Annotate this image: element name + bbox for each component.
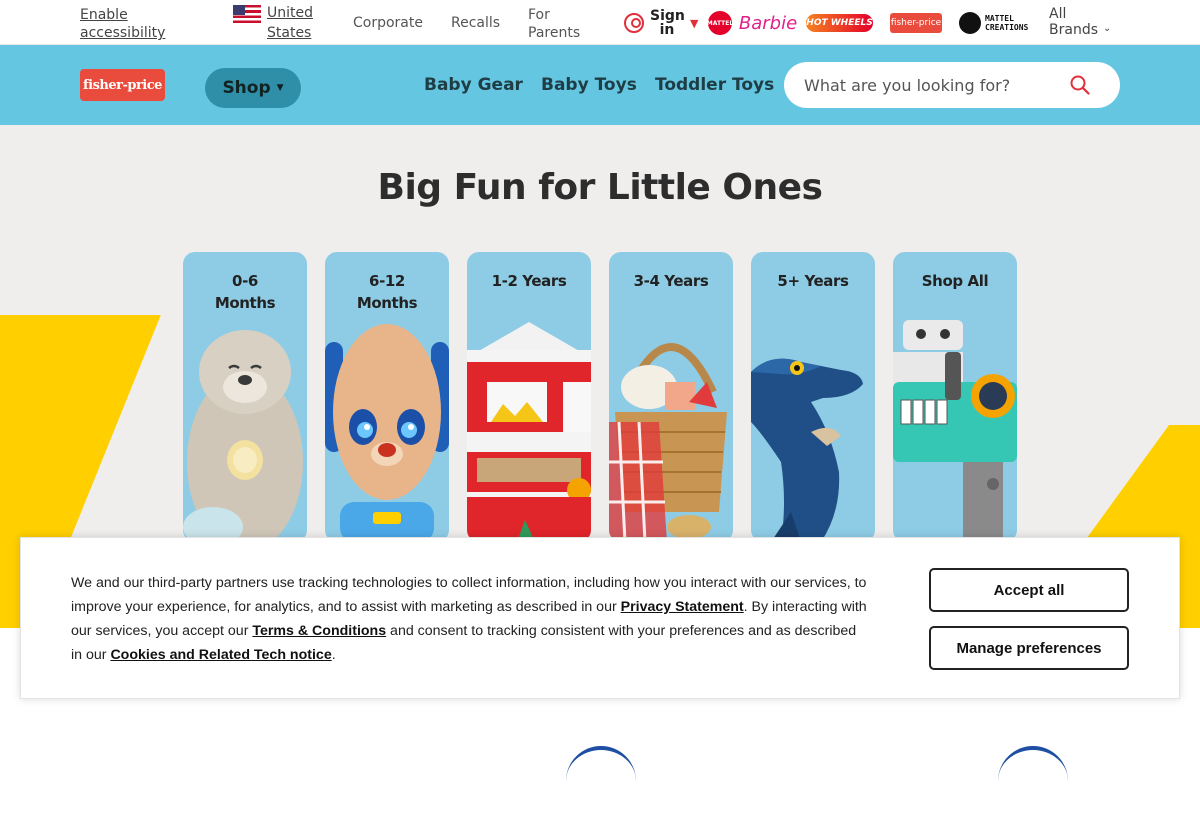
card-label: 3-4 Years xyxy=(633,272,709,290)
search-input[interactable] xyxy=(804,62,1064,108)
terms-conditions-link[interactable]: Terms & Conditions xyxy=(252,623,386,639)
mattel-creations-logo[interactable]: MATTEL CREATIONS xyxy=(958,11,1034,35)
corporate-link[interactable]: Corporate xyxy=(353,15,423,31)
us-flag-icon xyxy=(233,5,261,23)
mattel-creations-mark xyxy=(959,12,981,34)
card-label: 6-12 Months xyxy=(356,272,418,312)
cookies-notice-link[interactable]: Cookies and Related Tech notice xyxy=(110,647,331,663)
recalls-link[interactable]: Recalls xyxy=(451,15,500,31)
card-label: 5+ Years xyxy=(777,272,849,290)
otter-plush-image xyxy=(183,330,303,542)
puppy-plush-image xyxy=(325,324,449,542)
main-header: fisher-price Shop ▼ Baby Gear Baby Toys … xyxy=(0,45,1200,125)
enable-accessibility-link[interactable]: Enable accessibility xyxy=(80,6,190,42)
for-parents-link[interactable]: For Parents xyxy=(528,6,598,42)
chevron-down-icon: ▼ xyxy=(690,16,699,30)
barbie-logo[interactable]: Barbie xyxy=(739,11,797,35)
age-card-3-4-years[interactable]: 3-4 Years xyxy=(609,252,733,542)
fisher-price-logo[interactable]: fisher-price xyxy=(80,69,165,101)
fisher-price-brand-logo[interactable]: fisher-price xyxy=(890,13,942,33)
nav-baby-toys[interactable]: Baby Toys xyxy=(541,75,637,95)
age-card-0-6-months[interactable]: 0-6 Months xyxy=(183,252,307,542)
sign-in-button[interactable]: Sign in ▼ xyxy=(624,9,698,37)
category-circle xyxy=(998,746,1068,816)
card-label: 0-6 Months xyxy=(214,272,276,312)
search-icon[interactable] xyxy=(1070,75,1090,95)
country-selector[interactable]: United States xyxy=(233,3,327,43)
all-brands-label: All Brands xyxy=(1049,6,1098,38)
manage-preferences-button[interactable]: Manage preferences xyxy=(929,626,1129,670)
country-link[interactable]: United States xyxy=(267,3,327,43)
chevron-down-icon: ▼ xyxy=(276,83,284,93)
category-circle xyxy=(566,746,636,816)
toy-piano-desk-image xyxy=(893,320,1017,542)
hero-title: Big Fun for Little Ones xyxy=(377,167,823,208)
search-box xyxy=(784,62,1120,108)
accept-all-button[interactable]: Accept all xyxy=(929,568,1129,612)
age-card-1-2-years[interactable]: 1-2 Years xyxy=(467,252,591,542)
shop-label: Shop xyxy=(222,78,271,98)
nav-toddler-toys[interactable]: Toddler Toys xyxy=(655,75,774,95)
age-card-shop-all[interactable]: Shop All xyxy=(893,252,1017,542)
shop-menu-button[interactable]: Shop ▼ xyxy=(205,68,301,108)
age-card-6-12-months[interactable]: 6-12 Months xyxy=(325,252,449,542)
card-label: Shop All xyxy=(921,272,989,290)
chevron-down-icon: ⌄ xyxy=(1103,22,1112,34)
cookie-consent-text: We and our third-party partners use trac… xyxy=(71,575,867,663)
cookie-consent-banner: We and our third-party partners use trac… xyxy=(20,537,1180,699)
picnic-basket-image xyxy=(609,343,727,542)
nav-baby-gear[interactable]: Baby Gear xyxy=(424,75,523,95)
card-label: 1-2 Years xyxy=(491,272,567,290)
hot-wheels-logo[interactable]: HOT WHEELS xyxy=(806,14,873,32)
dinosaur-figure-image xyxy=(751,358,863,542)
barn-playset-image xyxy=(467,322,591,542)
privacy-statement-link[interactable]: Privacy Statement xyxy=(621,599,744,615)
user-icon xyxy=(624,13,644,33)
all-brands-dropdown[interactable]: All Brands ⌄ xyxy=(1049,6,1111,38)
mattel-logo[interactable]: MATTEL xyxy=(707,11,733,35)
utility-bar: Enable accessibility United States Corpo… xyxy=(0,0,1200,45)
sign-in-label: Sign in xyxy=(650,8,685,38)
age-card-5-plus-years[interactable]: 5+ Years xyxy=(751,252,875,542)
